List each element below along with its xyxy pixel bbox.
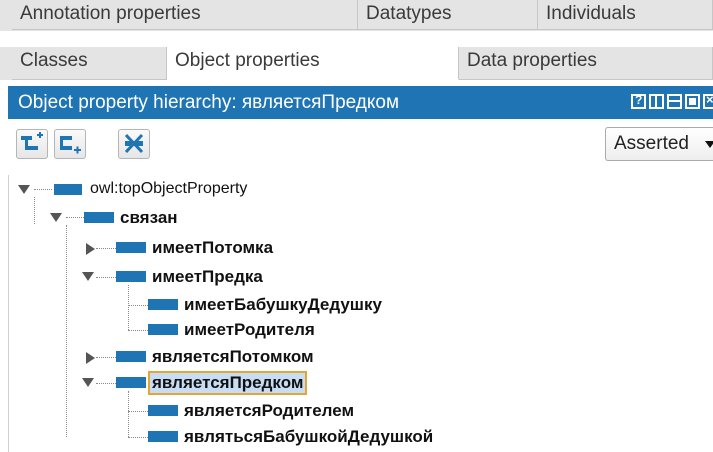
tree-node-label: имеетБабушкуДедушку <box>184 295 382 314</box>
expand-toggle-icon[interactable] <box>82 272 94 281</box>
delete-property-icon <box>124 133 144 154</box>
object-property-icon <box>116 377 146 388</box>
tree-node[interactable]: являетсяРодителем <box>114 400 474 422</box>
tree-node-label: являетсяПредком <box>148 371 308 395</box>
tree-node[interactable]: имеетБабушкуДедушку <box>114 294 474 316</box>
tree-connector <box>34 197 35 224</box>
object-property-icon <box>116 351 146 362</box>
tab-individuals[interactable]: Individuals <box>538 0 713 30</box>
delete-property-button[interactable] <box>118 129 150 159</box>
add-sibling-property-icon <box>60 136 81 154</box>
tree-connector <box>66 225 67 437</box>
tree-node-label: связан <box>120 208 178 227</box>
panel-title: Object property hierarchy: являетсяПредк… <box>18 92 400 113</box>
expand-toggle-icon[interactable] <box>18 185 30 194</box>
view-mode-value: Asserted <box>614 133 689 154</box>
add-sibling-property-button[interactable] <box>54 129 86 159</box>
tab-datatypes[interactable]: Datatypes <box>358 0 538 30</box>
tab-row-1: Annotation properties Datatypes Individu… <box>0 0 713 31</box>
object-property-icon <box>148 431 178 442</box>
tree-node-root[interactable]: owl:topObjectProperty <box>18 179 318 201</box>
object-property-icon <box>84 212 114 223</box>
collapse-toggle-icon[interactable] <box>86 352 95 364</box>
tree-node[interactable]: имеетРодителя <box>114 319 474 341</box>
add-sub-property-icon <box>21 132 43 150</box>
tab-annotation-properties[interactable]: Annotation properties <box>12 0 358 30</box>
tree-node-label: имеетПотомка <box>152 238 274 257</box>
toolbar: Asserted <box>8 119 713 175</box>
tree-node[interactable]: связан <box>50 207 350 229</box>
object-property-icon <box>148 299 178 310</box>
object-property-icon <box>148 405 178 416</box>
object-property-icon <box>116 271 146 282</box>
object-property-icon <box>116 242 146 253</box>
tree-node-label: являтьсяБабушкойДедушкой <box>184 427 434 446</box>
expand-toggle-icon[interactable] <box>82 378 94 387</box>
tree-node[interactable]: имеетПотомка <box>82 237 382 259</box>
object-property-icon <box>54 184 82 195</box>
tree-node-label: owl:topObjectProperty <box>90 180 248 197</box>
add-sub-property-button[interactable] <box>16 129 48 159</box>
view-mode-select[interactable]: Asserted <box>605 127 713 161</box>
tab-data-properties[interactable]: Data properties <box>459 47 713 80</box>
tab-classes[interactable]: Classes <box>12 47 167 80</box>
expand-toggle-icon[interactable] <box>50 213 62 222</box>
tree-node-selected[interactable]: являетсяПредком <box>82 371 382 395</box>
object-property-icon <box>148 324 178 335</box>
maximize-icon[interactable] <box>685 94 700 109</box>
collapse-toggle-icon[interactable] <box>86 243 95 255</box>
tree-node-label: имеетПредка <box>152 267 263 286</box>
tree-node-label: являетсяПотомком <box>152 347 314 366</box>
tab-object-properties[interactable]: Object properties <box>167 47 459 80</box>
property-tree: owl:topObjectProperty связан имеетПотомк… <box>8 175 713 452</box>
tree-node[interactable]: являетсяПотомком <box>82 346 382 368</box>
chevron-down-icon <box>705 141 713 148</box>
tree-node-label: имеетРодителя <box>184 320 315 339</box>
window-buttons: ? × <box>628 92 713 109</box>
close-icon[interactable]: × <box>703 92 713 109</box>
split-vertical-icon[interactable] <box>649 94 664 109</box>
tree-node[interactable]: имеетПредка <box>82 266 382 288</box>
split-horizontal-icon[interactable] <box>667 94 682 109</box>
tree-node[interactable]: являтьсяБабушкойДедушкой <box>114 426 494 448</box>
tab-row-2: Classes Object properties Data propertie… <box>0 47 713 80</box>
panel-title-bar: Object property hierarchy: являетсяПредк… <box>8 86 713 119</box>
tree-node-label: являетсяРодителем <box>184 401 355 420</box>
help-icon[interactable]: ? <box>631 93 646 109</box>
